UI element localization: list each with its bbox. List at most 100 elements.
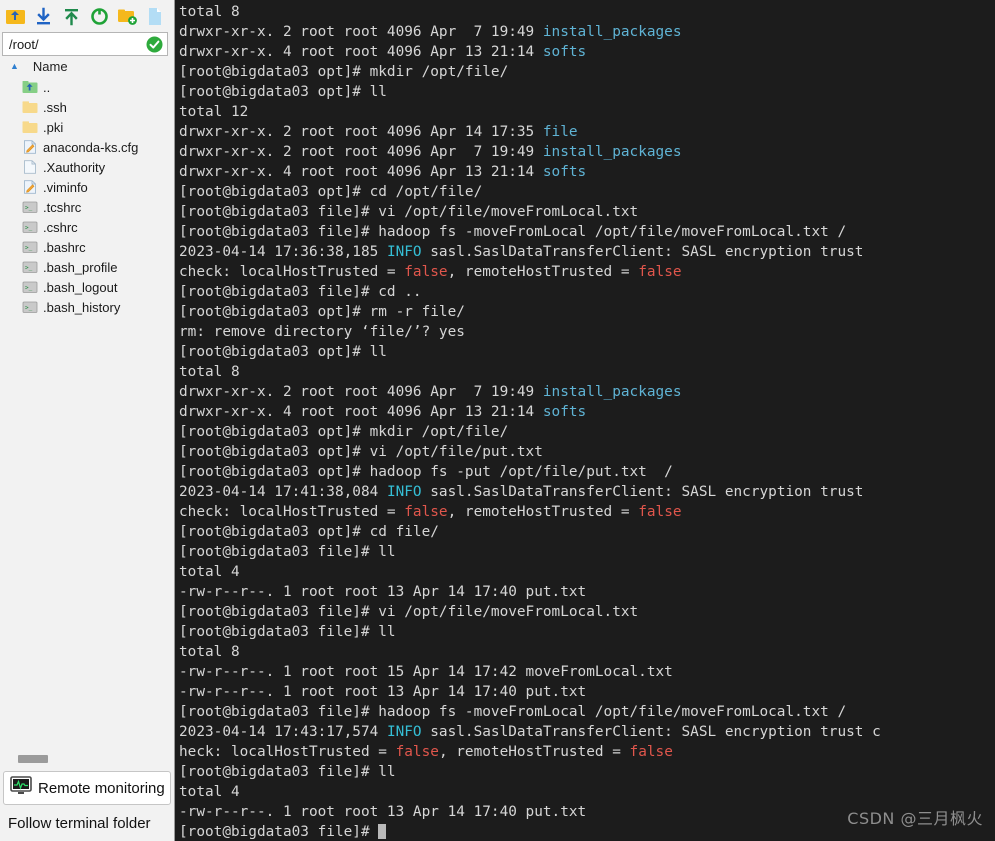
upload-icon[interactable] [60, 5, 82, 27]
script-file-icon: >_ [22, 200, 38, 214]
terminal-cursor [378, 824, 387, 839]
new-folder-icon[interactable] [116, 5, 138, 27]
up-folder-icon[interactable] [4, 5, 26, 27]
refresh-icon[interactable] [88, 5, 110, 27]
script-file-icon: >_ [22, 280, 38, 294]
scrollbar-thumb[interactable] [18, 755, 48, 763]
file-name: anaconda-ks.cfg [43, 139, 139, 155]
terminal-line: [root@bigdata03 file]# hadoop fs -moveFr… [179, 702, 995, 722]
terminal-text: sasl.SaslDataTransferClient: SASL encryp… [421, 724, 881, 740]
terminal-text: [root@bigdata03 file]# vi /opt/file/move… [179, 604, 639, 620]
terminal-line: [root@bigdata03 opt]# hadoop fs -put /op… [179, 462, 995, 482]
terminal-text: [root@bigdata03 opt]# hadoop fs -put /op… [179, 464, 673, 480]
remote-monitoring-label: Remote monitoring [38, 779, 165, 797]
terminal-line: 2023-04-14 17:43:17,574 INFO sasl.SaslDa… [179, 722, 995, 742]
terminal-line: total 8 [179, 642, 995, 662]
watermark: CSDN @三月枫火 [847, 809, 983, 828]
download-icon[interactable] [32, 5, 54, 27]
horizontal-scrollbar[interactable] [0, 749, 174, 769]
terminal-panel[interactable]: total 8 drwxr-xr-x. 2 root root 4096 Apr … [175, 0, 995, 841]
terminal-text: [root@bigdata03 file]# vi /opt/file/move… [179, 204, 639, 220]
terminal-text: -rw-r--r--. 1 root root 15 Apr 14 17:42 … [179, 664, 673, 680]
terminal-line: drwxr-xr-x. 4 root root 4096 Apr 13 21:1… [179, 162, 995, 182]
file-list-item[interactable]: >_ .cshrc [0, 217, 174, 237]
file-list-item[interactable]: >_ .bashrc [0, 237, 174, 257]
terminal-text: drwxr-xr-x. 2 root root 4096 Apr 7 19:49 [179, 24, 543, 40]
terminal-line: drwxr-xr-x. 4 root root 4096 Apr 13 21:1… [179, 42, 995, 62]
terminal-text: [root@bigdata03 file]# ll [179, 544, 396, 560]
file-list-item[interactable]: .ssh [0, 97, 174, 117]
terminal-text: false [638, 264, 682, 280]
file-list-item[interactable]: .Xauthority [0, 157, 174, 177]
path-input[interactable]: /root/ [9, 38, 146, 51]
sort-ascending-icon[interactable]: ▲ [10, 61, 19, 71]
follow-terminal-folder-option[interactable]: Follow terminal folder [0, 805, 174, 841]
file-list-item[interactable]: >_ .bash_history [0, 297, 174, 317]
svg-text:>_: >_ [25, 265, 33, 272]
terminal-text: [root@bigdata03 opt]# vi /opt/file/put.t… [179, 444, 543, 460]
terminal-text: , remoteHostTrusted = [447, 264, 639, 280]
terminal-text: , remoteHostTrusted = [447, 504, 639, 520]
file-name: .cshrc [43, 219, 78, 235]
new-file-icon[interactable] [144, 5, 166, 27]
path-bar[interactable]: /root/ [2, 32, 168, 56]
terminal-text: drwxr-xr-x. 4 root root 4096 Apr 13 21:1… [179, 44, 543, 60]
column-header-name[interactable]: Name [33, 59, 68, 74]
terminal-line: drwxr-xr-x. 4 root root 4096 Apr 13 21:1… [179, 402, 995, 422]
terminal-line: -rw-r--r--. 1 root root 13 Apr 14 17:40 … [179, 582, 995, 602]
file-list-item[interactable]: >_ .bash_logout [0, 277, 174, 297]
terminal-line: [root@bigdata03 file]# cd .. [179, 282, 995, 302]
terminal-line: [root@bigdata03 opt]# rm -r file/ [179, 302, 995, 322]
terminal-text: [root@bigdata03 file]# [179, 824, 379, 840]
terminal-text: [root@bigdata03 file]# hadoop fs -moveFr… [179, 704, 847, 720]
script-file-icon: >_ [22, 240, 38, 254]
text-file-edit-icon [22, 180, 38, 194]
terminal-line: [root@bigdata03 file]# ll [179, 762, 995, 782]
file-browser-sidebar: /root/ ▲ Name .. .ssh .pki anaconda-ks.cfg.… [0, 0, 175, 841]
file-list-item[interactable]: .pki [0, 117, 174, 137]
terminal-text: drwxr-xr-x. 2 root root 4096 Apr 7 19:49 [179, 144, 543, 160]
file-name: .ssh [43, 99, 67, 115]
delete-icon[interactable] [172, 5, 174, 27]
terminal-text: false [404, 504, 448, 520]
terminal-text: check: localHostTrusted = [179, 264, 405, 280]
terminal-text: false [404, 264, 448, 280]
terminal-text: -rw-r--r--. 1 root root 13 Apr 14 17:40 … [179, 584, 587, 600]
terminal-line: -rw-r--r--. 1 root root 13 Apr 14 17:40 … [179, 682, 995, 702]
terminal-text: [root@bigdata03 opt]# mkdir /opt/file/ [179, 64, 509, 80]
folder-icon [22, 120, 38, 134]
monitor-chart-icon [10, 776, 32, 800]
terminal-text: [root@bigdata03 opt]# ll [179, 84, 387, 100]
folder-icon [22, 100, 38, 114]
terminal-line: rm: remove directory ‘file/’? yes [179, 322, 995, 342]
text-file-edit-icon [22, 140, 38, 154]
file-name: .viminfo [43, 179, 88, 195]
file-name: .tcshrc [43, 199, 82, 215]
file-list[interactable]: .. .ssh .pki anaconda-ks.cfg .Xauthority .vim… [0, 76, 174, 749]
terminal-text: install_packages [542, 144, 682, 160]
terminal-line: drwxr-xr-x. 2 root root 4096 Apr 7 19:49… [179, 142, 995, 162]
terminal-text: heck: localHostTrusted = [179, 744, 396, 760]
file-list-item[interactable]: >_ .tcshrc [0, 197, 174, 217]
file-list-item[interactable]: .viminfo [0, 177, 174, 197]
remote-monitoring-button[interactable]: Remote monitoring [3, 771, 171, 805]
terminal-text: drwxr-xr-x. 2 root root 4096 Apr 7 19:49 [179, 384, 543, 400]
file-list-item[interactable]: .. [0, 77, 174, 97]
terminal-text: [root@bigdata03 file]# ll [179, 624, 396, 640]
terminal-line: drwxr-xr-x. 2 root root 4096 Apr 7 19:49… [179, 382, 995, 402]
terminal-text: softs [542, 164, 587, 180]
terminal-line: heck: localHostTrusted = false, remoteHo… [179, 742, 995, 762]
terminal-line: [root@bigdata03 opt]# cd /opt/file/ [179, 182, 995, 202]
file-name: .bash_history [43, 299, 121, 315]
terminal-line: [root@bigdata03 file]# vi /opt/file/move… [179, 602, 995, 622]
terminal-text: sasl.SaslDataTransferClient: SASL encryp… [421, 484, 864, 500]
parent-folder-icon [22, 80, 38, 94]
file-list-item[interactable]: anaconda-ks.cfg [0, 137, 174, 157]
terminal-text: 2023-04-14 17:41:38,084 [179, 484, 387, 500]
path-bar-container: /root/ [0, 32, 174, 56]
svg-text:>_: >_ [25, 285, 33, 292]
terminal-text: [root@bigdata03 file]# hadoop fs -moveFr… [179, 224, 847, 240]
terminal-output[interactable]: total 8 drwxr-xr-x. 2 root root 4096 Apr … [179, 2, 995, 841]
terminal-line: [root@bigdata03 opt]# mkdir /opt/file/ [179, 422, 995, 442]
file-list-item[interactable]: >_ .bash_profile [0, 257, 174, 277]
